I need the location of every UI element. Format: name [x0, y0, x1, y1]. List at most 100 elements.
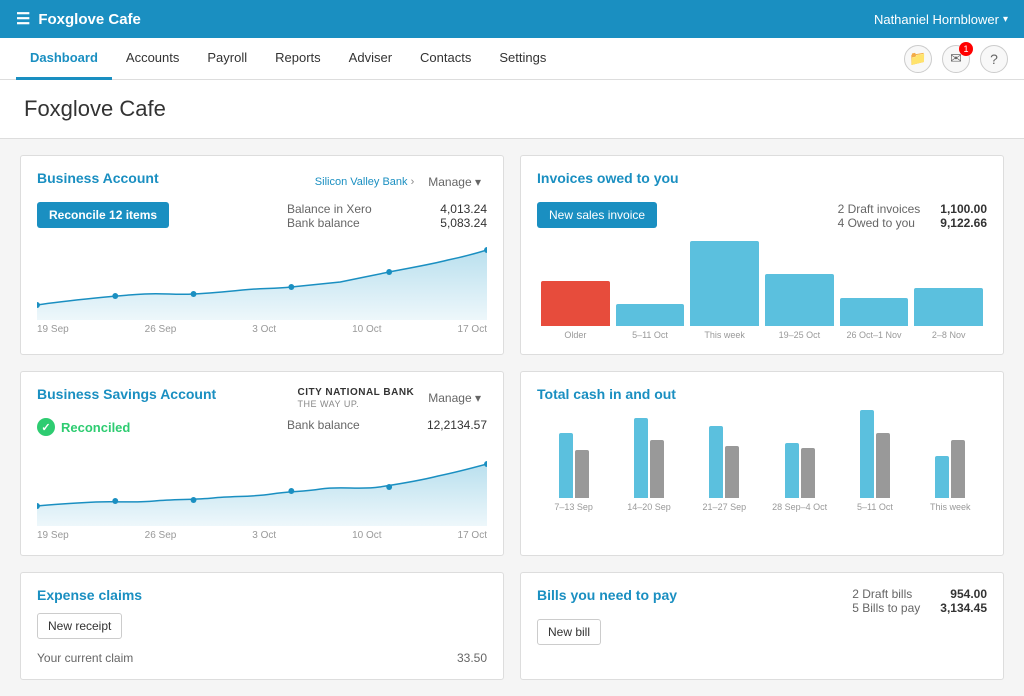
- savings-manage-button[interactable]: Manage ▾: [422, 389, 487, 407]
- bar-group-19-25oct: 19–25 Oct: [765, 274, 834, 340]
- cash-out-bar: [725, 446, 739, 498]
- cash-bar-21-27sep: 21–27 Sep: [692, 426, 757, 512]
- cash-out-bar: [801, 448, 815, 498]
- nav-item-dashboard[interactable]: Dashboard: [16, 38, 112, 80]
- bills-to-pay-label: 5 Bills to pay: [852, 601, 920, 615]
- cash-bar-chart: 7–13 Sep 14–20 Sep 21–27 Sep: [537, 412, 987, 512]
- invoice-stats: 2 Draft invoices 1,100.00 4 Owed to you …: [838, 202, 987, 230]
- owed-to-you-label: 4 Owed to you: [838, 216, 915, 230]
- savings-title: Business Savings Account: [37, 386, 216, 402]
- owed-to-you-value: 9,122.66: [940, 216, 987, 230]
- draft-invoices-value: 1,100.00: [940, 202, 987, 216]
- nav-item-accounts[interactable]: Accounts: [112, 38, 193, 80]
- business-account-top: Reconcile 12 items Balance in Xero 4,013…: [37, 202, 487, 230]
- svb-bank-name: Silicon Valley Bank ›: [315, 176, 414, 188]
- cash-in-bar: [559, 433, 573, 498]
- cash-bar-5-11oct: 5–11 Oct: [842, 410, 907, 512]
- bank-balance-value: 5,083.24: [440, 216, 487, 230]
- user-caret-icon: ▾: [1003, 14, 1008, 25]
- cash-in-bar: [709, 426, 723, 498]
- reconciled-badge: ✓ Reconciled: [37, 418, 130, 436]
- top-bar: ☰ Foxglove Cafe Nathaniel Hornblower ▾: [0, 0, 1024, 38]
- bar-group-thisweek: This week: [690, 241, 759, 340]
- cash-out-bar: [650, 440, 664, 498]
- page-header: Foxglove Cafe: [0, 80, 1024, 139]
- expense-claims-title: Expense claims: [37, 587, 142, 603]
- cash-in-bar: [634, 418, 648, 498]
- new-receipt-button[interactable]: New receipt: [37, 613, 122, 639]
- bar-2-8nov: [914, 288, 983, 326]
- draft-invoices-label: 2 Draft invoices: [838, 202, 921, 216]
- nav-item-reports[interactable]: Reports: [261, 38, 335, 80]
- bills-top-section: Bills you need to pay New bill 2 Draft b…: [537, 587, 987, 645]
- cash-out-bar: [575, 450, 589, 498]
- company-name: Foxglove Cafe: [38, 11, 141, 28]
- hamburger-icon[interactable]: ☰: [16, 9, 30, 29]
- draft-bills-value: 954.00: [950, 587, 987, 601]
- invoices-top-section: New sales invoice 2 Draft invoices 1,100…: [537, 202, 987, 230]
- main-content: Business Account Silicon Valley Bank › M…: [0, 139, 1024, 696]
- app-logo[interactable]: ☰ Foxglove Cafe: [16, 9, 874, 29]
- savings-chart-labels: 19 Sep 26 Sep 3 Oct 10 Oct 17 Oct: [37, 530, 487, 541]
- page-title: Foxglove Cafe: [24, 96, 1000, 122]
- invoices-header: Invoices owed to you: [537, 170, 987, 194]
- invoices-owed-card: Invoices owed to you New sales invoice 2…: [520, 155, 1004, 355]
- city-national-bank-logo: CITY NATIONAL BANK The way up.: [297, 387, 414, 410]
- cash-out-bar: [876, 433, 890, 498]
- nav-item-adviser[interactable]: Adviser: [335, 38, 406, 80]
- help-button[interactable]: ?: [980, 45, 1008, 73]
- expense-claims-card: Expense claims New receipt Your current …: [20, 572, 504, 680]
- savings-header: Business Savings Account CITY NATIONAL B…: [37, 386, 487, 410]
- bills-title: Bills you need to pay: [537, 587, 677, 603]
- cash-in-bar: [935, 456, 949, 498]
- cash-out-bar: [951, 440, 965, 498]
- nav-item-payroll[interactable]: Payroll: [193, 38, 261, 80]
- bills-stats: 2 Draft bills 954.00 5 Bills to pay 3,13…: [852, 587, 987, 615]
- invoices-title: Invoices owed to you: [537, 170, 679, 186]
- bills-to-pay-value: 3,134.45: [940, 601, 987, 615]
- new-bill-button[interactable]: New bill: [537, 619, 601, 645]
- bar-older: [541, 281, 610, 326]
- cash-bar-28sep-4oct: 28 Sep–4 Oct: [767, 443, 832, 512]
- reconcile-button[interactable]: Reconcile 12 items: [37, 202, 169, 228]
- business-account-chart-labels: 19 Sep 26 Sep 3 Oct 10 Oct 17 Oct: [37, 324, 487, 335]
- secondary-nav: Dashboard Accounts Payroll Reports Advis…: [0, 38, 1024, 80]
- business-savings-card: Business Savings Account CITY NATIONAL B…: [20, 371, 504, 556]
- current-claim-label: Your current claim: [37, 651, 133, 665]
- bar-26oct-1nov: [840, 298, 909, 326]
- bank-header: Business Account Silicon Valley Bank › M…: [37, 170, 487, 194]
- nav-item-contacts[interactable]: Contacts: [406, 38, 485, 80]
- bar-19-25oct: [765, 274, 834, 326]
- check-icon: ✓: [37, 418, 55, 436]
- bar-group-5-11oct: 5–11 Oct: [616, 304, 685, 340]
- bar-group-2-8nov: 2–8 Nov: [914, 288, 983, 340]
- folder-button[interactable]: 📁: [904, 45, 932, 73]
- cash-in-bar: [860, 410, 874, 498]
- balance-in-xero-label: Balance in Xero: [287, 202, 372, 216]
- bar-group-older: Older: [541, 281, 610, 340]
- savings-bank-balance-label: Bank balance: [287, 418, 360, 432]
- bar-5-11oct: [616, 304, 685, 326]
- balance-info: Balance in Xero 4,013.24 Bank balance 5,…: [287, 202, 487, 230]
- nav-icon-group: 📁 ✉ 1 ?: [904, 45, 1008, 73]
- nav-item-settings[interactable]: Settings: [485, 38, 560, 80]
- cash-in-bar: [785, 443, 799, 498]
- total-cash-title: Total cash in and out: [537, 386, 676, 402]
- business-account-manage-button[interactable]: Manage ▾: [422, 173, 487, 191]
- balance-in-xero-value: 4,013.24: [440, 202, 487, 216]
- cash-bar-7-13sep: 7–13 Sep: [541, 433, 606, 512]
- business-account-card: Business Account Silicon Valley Bank › M…: [20, 155, 504, 355]
- bar-thisweek: [690, 241, 759, 326]
- savings-bank-balance-value: 12,2134.57: [427, 418, 487, 432]
- business-account-title: Business Account: [37, 170, 159, 186]
- mail-badge: 1: [959, 42, 973, 56]
- bills-to-pay-card: Bills you need to pay New bill 2 Draft b…: [520, 572, 1004, 680]
- savings-chart: [37, 446, 487, 526]
- mail-button[interactable]: ✉ 1: [942, 45, 970, 73]
- new-sales-invoice-button[interactable]: New sales invoice: [537, 202, 657, 228]
- total-cash-card: Total cash in and out 7–13 Sep 14–20 Sep: [520, 371, 1004, 556]
- cash-bar-thisweek: This week: [918, 440, 983, 512]
- user-name: Nathaniel Hornblower: [874, 12, 999, 27]
- draft-bills-label: 2 Draft bills: [852, 587, 912, 601]
- user-menu[interactable]: Nathaniel Hornblower ▾: [874, 12, 1008, 27]
